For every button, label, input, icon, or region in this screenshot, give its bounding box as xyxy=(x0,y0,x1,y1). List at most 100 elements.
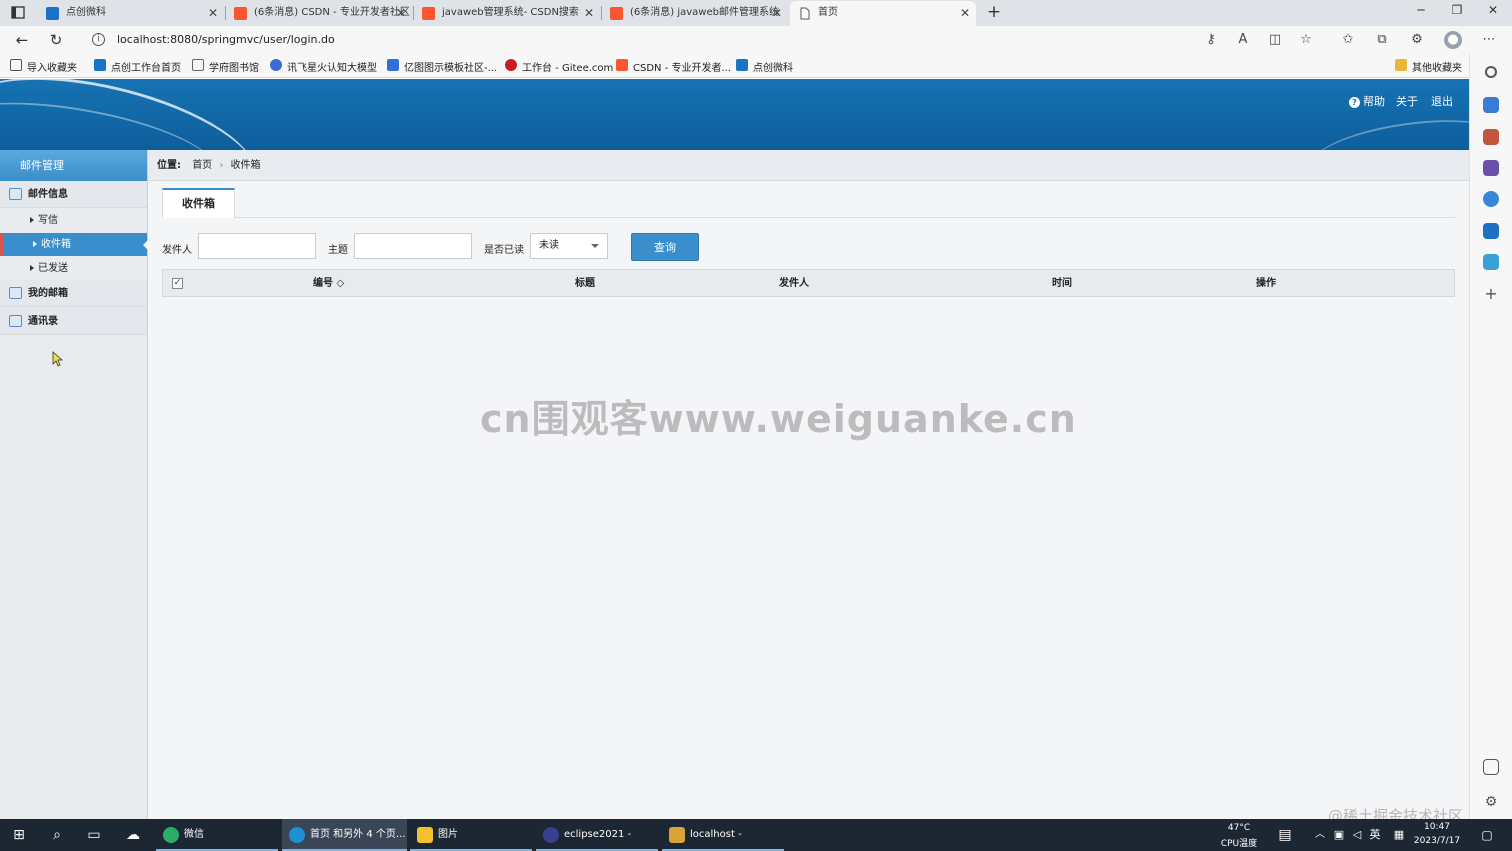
clock-time[interactable]: 10:47 xyxy=(1414,822,1460,832)
sidebar-settings-icon[interactable]: ⚙ xyxy=(1483,794,1499,810)
bookmark-item[interactable]: 学府图书馆 xyxy=(192,59,259,74)
address-bar[interactable]: i localhost:8080/springmvc/user/login.do xyxy=(84,28,1334,52)
search-button[interactable]: 查询 xyxy=(631,233,699,261)
reload-icon[interactable]: ↻ xyxy=(46,30,66,50)
browser-tab-4[interactable]: (6条消息) javaweb邮件管理系统 ✕ xyxy=(602,1,788,26)
bookmark-item[interactable]: 点创工作台首页 xyxy=(94,59,181,74)
tab-title: 点创微科 xyxy=(66,7,106,18)
inbox-table-header: ✓ 编号 ◇ 标题 发件人 时间 操作 xyxy=(162,269,1455,297)
csdn-icon xyxy=(616,59,628,71)
dianchuang-icon xyxy=(94,59,106,71)
notification-icon[interactable]: ▢ xyxy=(1479,827,1495,843)
back-arrow-icon[interactable]: ← xyxy=(12,30,32,50)
folder-icon xyxy=(417,827,433,843)
read-aloud-icon[interactable]: A xyxy=(1234,31,1252,49)
sidebar-add-icon[interactable]: + xyxy=(1483,286,1499,302)
menu-item-compose[interactable]: 写信 xyxy=(0,209,147,232)
close-tab-icon[interactable]: ✕ xyxy=(208,1,218,25)
col-header-actions: 操作 xyxy=(1256,278,1276,289)
task-view-icon[interactable]: ▭ xyxy=(86,827,102,843)
close-tab-icon[interactable]: ✕ xyxy=(584,1,594,25)
sidebar-office-icon[interactable] xyxy=(1483,191,1499,207)
taskbar-app-edge[interactable]: 首页 和另外 4 个页... xyxy=(282,819,407,851)
close-tab-icon[interactable]: ✕ xyxy=(396,1,406,25)
close-tab-icon[interactable]: ✕ xyxy=(772,1,782,25)
menu-group-my-mailbox[interactable]: 我的邮箱 xyxy=(0,280,147,307)
main-content: 位置: 首页 › 收件箱 收件箱 发件人 主题 是否已读 未读 查询 ✓ 编号 … xyxy=(148,150,1469,819)
breadcrumb-home[interactable]: 首页 xyxy=(192,160,212,171)
read-status-select[interactable]: 未读 xyxy=(530,233,608,259)
site-info-icon[interactable]: i xyxy=(92,33,105,46)
edge-icon xyxy=(289,827,305,843)
new-tab-button[interactable]: + xyxy=(984,2,1004,22)
more-menu-icon[interactable]: ⋯ xyxy=(1480,31,1498,49)
subject-label: 主题 xyxy=(328,245,348,256)
bookmark-label: 点创工作台首页 xyxy=(111,63,181,74)
sidebar-person-icon[interactable] xyxy=(1483,160,1499,176)
bookmark-item[interactable]: 点创微科 xyxy=(736,59,793,74)
about-link[interactable]: 关于 xyxy=(1396,93,1418,109)
menu-item-sent[interactable]: 已发送 xyxy=(0,257,147,280)
menu-group-mail-info[interactable]: 邮件信息 xyxy=(0,181,147,208)
tray-expand-icon[interactable]: ︿ xyxy=(1312,827,1328,843)
taskbar-app-pictures[interactable]: 图片 xyxy=(410,819,532,851)
key-icon[interactable]: ⚷ xyxy=(1202,31,1220,49)
weather-widget-icon[interactable]: ☁ xyxy=(125,827,141,843)
bookmark-item[interactable]: 亿图图示模板社区-... xyxy=(387,59,497,74)
sender-input[interactable] xyxy=(198,233,316,259)
menu-item-inbox[interactable]: 收件箱 xyxy=(0,233,148,256)
sidebar-send-icon[interactable] xyxy=(1483,254,1499,270)
extensions-icon[interactable]: ⚙ xyxy=(1408,31,1426,49)
collections-icon[interactable]: ⧉ xyxy=(1373,31,1391,49)
tab-inbox[interactable]: 收件箱 xyxy=(162,188,235,218)
taskbar-app-label: localhost - email.... xyxy=(690,829,742,840)
bookmark-item[interactable]: 工作台 - Gitee.com xyxy=(505,59,613,74)
news-icon[interactable]: ▤ xyxy=(1277,827,1293,843)
profile-avatar-icon[interactable]: ● xyxy=(1444,31,1462,49)
logout-link[interactable]: 退出 xyxy=(1431,93,1453,109)
favorite-star-icon[interactable]: ☆ xyxy=(1297,31,1315,49)
select-all-checkbox[interactable]: ✓ xyxy=(172,278,183,289)
browser-toolbar: ← ↻ i localhost:8080/springmvc/user/logi… xyxy=(0,26,1512,54)
tab-actions-icon[interactable] xyxy=(8,4,28,22)
taskbar-app-localhost[interactable]: localhost - email.... xyxy=(662,819,784,851)
other-bookmarks-folder[interactable]: 其他收藏夹 xyxy=(1395,59,1462,74)
url-text[interactable]: localhost:8080/springmvc/user/login.do xyxy=(117,33,335,46)
page-icon xyxy=(192,59,204,71)
browser-tab-2[interactable]: (6条消息) CSDN - 专业开发者社区 ✕ xyxy=(226,1,412,26)
volume-icon[interactable]: ◁ xyxy=(1349,827,1365,843)
network-icon[interactable]: ▣ xyxy=(1331,827,1347,843)
taskbar-search-icon[interactable]: ⌕ xyxy=(49,827,65,843)
clock-date[interactable]: 2023/7/17 xyxy=(1410,836,1464,846)
bookmark-item[interactable]: 讯飞星火认知大模型 xyxy=(270,59,377,74)
web-page: ? 帮助 关于 退出 邮件管理 邮件信息 写信 收件箱 已发送 我的邮箱 通讯录… xyxy=(0,79,1469,819)
browser-tab-3[interactable]: javaweb管理系统- CSDN搜索 ✕ xyxy=(414,1,600,26)
sidebar-search-icon[interactable] xyxy=(1485,66,1497,78)
help-link[interactable]: ? 帮助 xyxy=(1349,93,1385,109)
menu-group-contacts[interactable]: 通讯录 xyxy=(0,308,147,335)
subject-input[interactable] xyxy=(354,233,472,259)
ime-mode-icon[interactable]: ▦ xyxy=(1391,827,1407,843)
gitee-icon xyxy=(505,59,517,71)
col-header-number[interactable]: 编号 ◇ xyxy=(313,270,344,297)
close-tab-icon[interactable]: ✕ xyxy=(960,1,970,25)
ime-indicator[interactable]: 英 xyxy=(1367,827,1383,843)
minimize-window-icon[interactable]: ─ xyxy=(1411,3,1431,17)
windows-start-icon[interactable]: ⊞ xyxy=(11,827,27,843)
restore-window-icon[interactable]: ❐ xyxy=(1447,3,1467,17)
bookmark-import[interactable]: 导入收藏夹 xyxy=(10,59,77,74)
taskbar-app-wechat[interactable]: 微信 xyxy=(156,819,278,851)
menu-group-label: 我的邮箱 xyxy=(28,288,68,299)
favorites-list-icon[interactable]: ✩ xyxy=(1339,31,1357,49)
browser-tab-1[interactable]: 点创微科 ✕ xyxy=(38,1,224,26)
sidebar-toolbox-icon[interactable] xyxy=(1483,129,1499,145)
bookmark-item[interactable]: CSDN - 专业开发者... xyxy=(616,59,731,74)
taskbar-app-eclipse[interactable]: eclipse2021 - htt... xyxy=(536,819,658,851)
sidebar-tag-icon[interactable] xyxy=(1483,97,1499,113)
browser-tab-active[interactable]: 首页 ✕ xyxy=(790,1,976,26)
sidebar-screenshot-icon[interactable] xyxy=(1483,759,1499,775)
close-window-icon[interactable]: ✕ xyxy=(1483,3,1503,17)
mouse-cursor-icon xyxy=(52,351,63,367)
sidebar-outlook-icon[interactable] xyxy=(1483,223,1499,239)
split-screen-icon[interactable]: ◫ xyxy=(1266,31,1284,49)
